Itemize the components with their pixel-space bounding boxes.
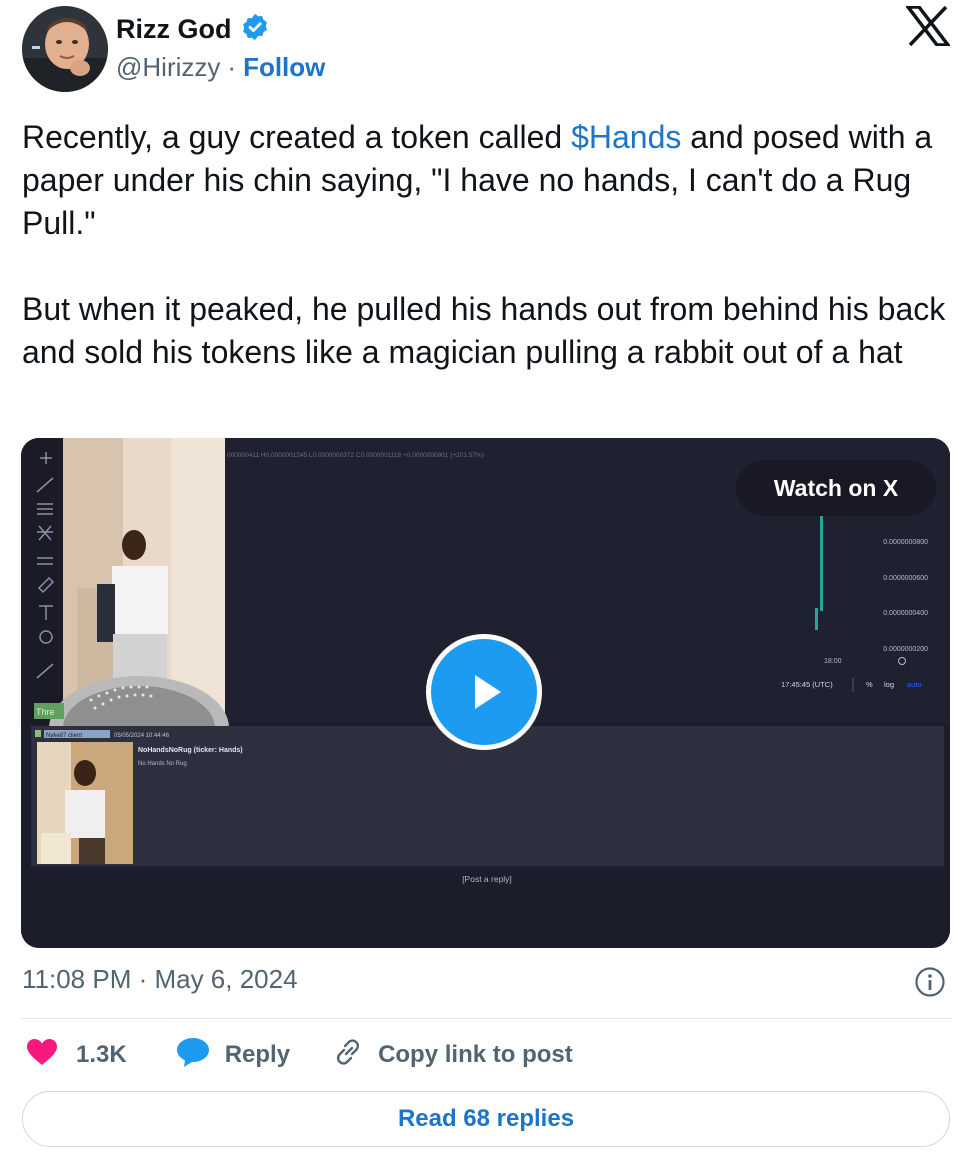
price-tick: 0.0000000800: [883, 539, 928, 546]
copy-link-label: Copy link to post: [378, 1041, 573, 1068]
post-thumbnail: [37, 742, 133, 864]
like-button[interactable]: 1.3K: [26, 1038, 127, 1073]
play-icon: [431, 639, 537, 745]
read-replies-button[interactable]: Read 68 replies: [22, 1091, 950, 1147]
chart-toolbar: [21, 438, 63, 723]
tweet-text-start: Recently, a guy created a token called: [22, 119, 572, 155]
ohlc-readout: 000000411 H0.0000001245 L0.0000000372 C0…: [227, 452, 484, 459]
watch-on-x-label: Watch on X: [773, 474, 899, 501]
read-replies-label: Read 68 replies: [397, 1105, 575, 1132]
x-logo-icon[interactable]: [904, 5, 952, 51]
post-date: 05/05/2024 10:44:46: [114, 733, 170, 739]
follow-button[interactable]: Follow: [243, 52, 325, 83]
thread-tag: Thre: [36, 707, 55, 717]
handle-separator: ·: [227, 52, 237, 82]
post-user[interactable]: Nyke87 client: [46, 733, 82, 739]
scale-log[interactable]: log: [884, 680, 894, 689]
author-handle-row: @Hirizzy · Follow: [116, 52, 325, 83]
divider: [22, 1018, 952, 1019]
post-title: NoHandsNoRug (ticker: Hands): [138, 747, 243, 754]
author-name-row[interactable]: Rizz God: [116, 12, 270, 47]
heart-icon: [26, 1038, 58, 1073]
tweet-text: Recently, a guy created a token called $…: [22, 116, 957, 374]
time-tick: 18:00: [824, 658, 842, 665]
price-candle: [820, 516, 823, 611]
price-tick: 0.0000000200: [883, 646, 928, 653]
post-reply-link[interactable]: [Post a reply]: [462, 874, 512, 884]
author-handle[interactable]: @Hirizzy: [116, 52, 220, 83]
post-sub: No Hands No Rug: [138, 761, 187, 767]
reply-label: Reply: [224, 1041, 291, 1068]
scale-percent[interactable]: %: [866, 680, 873, 689]
verified-badge-icon: [240, 12, 270, 47]
copy-link-button[interactable]: Copy link to post: [332, 1036, 573, 1075]
play-button[interactable]: [426, 634, 542, 750]
info-icon[interactable]: [914, 966, 946, 1003]
tweet-timestamp[interactable]: 11:08 PM · May 6, 2024: [22, 964, 298, 995]
scale-auto[interactable]: auto: [907, 680, 922, 689]
price-tick: 0.0000000400: [883, 610, 928, 617]
avatar[interactable]: [22, 6, 108, 92]
cashtag-link[interactable]: $Hands: [571, 119, 681, 155]
like-count: 1.3K: [76, 1041, 127, 1068]
price-candle: [815, 608, 818, 630]
reply-button[interactable]: Reply: [175, 1036, 290, 1075]
tweet-text-rest: and posed with a paper under his chin sa…: [22, 119, 946, 370]
link-icon: [332, 1036, 364, 1075]
author-name[interactable]: Rizz God: [116, 14, 232, 45]
time-utc: 17:45:45 (UTC): [781, 680, 833, 689]
action-bar: 1.3K Reply Copy link to post: [26, 1036, 573, 1074]
watch-on-x-button[interactable]: Watch on X: [736, 460, 936, 516]
reply-bubble-icon: [175, 1036, 211, 1075]
price-tick: 0.0000000600: [883, 575, 928, 582]
video-player[interactable]: 000000411 H0.0000001245 L0.0000000372 C0…: [21, 438, 950, 948]
